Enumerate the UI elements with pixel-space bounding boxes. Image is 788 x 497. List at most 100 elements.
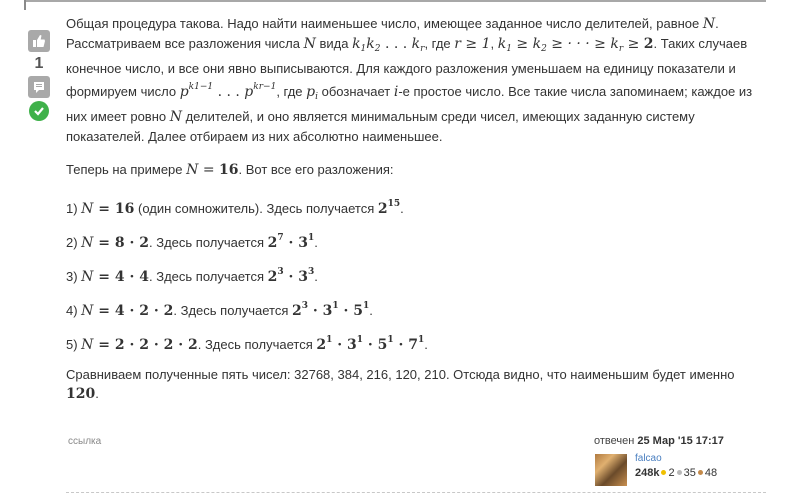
math-num: 120 [66,386,96,402]
math-base: · 3 [283,269,309,285]
gold-count: 2 [668,467,675,479]
math-expr: r ≥ 1 [454,36,491,52]
text: Общая процедура такова. Надо найти наиме… [66,16,703,31]
math-var: N [81,235,94,251]
sup-minus: −1 [199,82,214,92]
item-number: 3) [66,269,82,284]
item-number: 5) [66,337,82,352]
math-sup: k1−1 [189,82,213,92]
user-name-link[interactable]: falcao [635,453,662,464]
math-base: 2 [267,269,278,285]
text: , [490,36,498,51]
item-number: 4) [66,303,82,318]
text: . [424,337,428,352]
math-expr: = 4 · 4 [93,269,150,285]
silver-badge-icon [676,470,682,476]
math-expr: = 8 · 2 [93,235,150,251]
vote-up-button[interactable] [28,30,50,52]
vote-column: 1 [28,30,52,121]
math-base: · 5 [363,337,388,353]
separator-line [24,0,766,2]
checkmark-icon [34,107,44,116]
math-expr: = 2 · 2 · 2 · 2 [93,337,198,353]
math-var: N [81,269,94,285]
math-expr: = 16 [93,201,135,217]
math-expr: ≥ [623,36,644,52]
example-line: Теперь на примере N = 16. Вот все его ра… [66,160,394,180]
factorization-item: 5) N = 2 · 2 · 2 · 2. Здесь получается 2… [66,331,428,355]
math-var: p [306,84,316,100]
user-reputation: 248k 2 35 48 [635,467,717,479]
footer-separator [66,492,766,493]
text: . Вот все его разложения: [238,162,394,177]
gold-badge-icon [661,470,667,476]
math-var: k [366,36,375,52]
answered-label: отвечен [594,435,638,447]
item-number: 2) [66,235,82,250]
conclusion-paragraph: Сравниваем полученные пять чисел: 32768,… [66,365,766,404]
text: . Здесь получается [197,337,317,352]
math-var: N [81,201,94,217]
accepted-answer-badge [29,101,49,121]
math-var: k [411,36,421,52]
factorization-item: 2) N = 8 · 2. Здесь получается 27 · 31. [66,229,318,253]
math-base: 2 [267,235,278,251]
text: (один сомножитель). Здесь получается [134,201,378,216]
answered-info: отвечен 25 Мар '15 17:17 [594,435,724,447]
separator-tick [24,0,26,10]
text: обозначает [318,84,394,99]
text: . Здесь получается [173,303,292,318]
math-var: N [303,36,316,52]
math-base: · 3 [308,303,333,319]
vote-down-button[interactable] [28,76,50,98]
math-expr: N = [186,162,220,178]
silver-count: 35 [683,467,696,479]
math-var: N [81,303,94,319]
math-expr: ≥ k [511,36,542,52]
text: вида [315,36,353,51]
math-sup: kr−1 [253,82,276,92]
text: , где [424,36,455,51]
text: . [95,386,99,401]
math-base: · 5 [338,303,364,319]
math-base: 2 [316,337,327,353]
math-dots: . . . [380,36,412,52]
math-num: 2 [643,36,654,52]
text: . [400,201,404,216]
avatar[interactable] [595,454,627,486]
answer-body: Общая процедура такова. Надо найти наиме… [66,14,771,146]
math-base: 2 [377,201,388,217]
math-var: N [169,109,182,125]
math-base: 2 [291,303,302,319]
factorization-item: 4) N = 4 · 2 · 2. Здесь получается 23 · … [66,297,373,321]
sup-minus: −1 [263,82,277,92]
permalink-link[interactable]: ссылка [68,436,101,447]
text: . Здесь получается [149,269,268,284]
answered-date: 25 Мар '15 17:17 [637,435,724,447]
math-var: k [497,36,507,52]
reputation-score: 248k [635,467,660,479]
factorization-item: 3) N = 4 · 4. Здесь получается 23 · 33. [66,263,318,287]
thumbs-up-icon [33,35,45,47]
math-base: · 3 [283,235,309,251]
math-exponent: 15 [387,199,401,209]
math-var: N [81,337,94,353]
math-var: p [244,84,254,100]
bronze-badge-icon [697,470,703,476]
math-dots: . . . [213,84,245,100]
text: . [314,269,318,284]
math-base: · 3 [332,337,357,353]
item-number: 1) [66,201,82,216]
factorization-item: 1) N = 16 (один сомножитель). Здесь полу… [66,195,404,219]
math-num: 16 [219,162,239,178]
text: . [314,235,318,250]
text: . [369,303,373,318]
text: Сравниваем полученные пять чисел: 32768,… [66,367,735,382]
math-base: · 7 [393,337,419,353]
math-expr: = 4 · 2 · 2 [93,303,174,319]
text: , где [276,84,307,99]
intro-paragraph: Общая процедура такова. Надо найти наиме… [66,14,771,146]
math-var: N [702,16,716,32]
comment-icon [34,82,44,93]
math-expr: ≥ · · · ≥ k [546,36,619,52]
